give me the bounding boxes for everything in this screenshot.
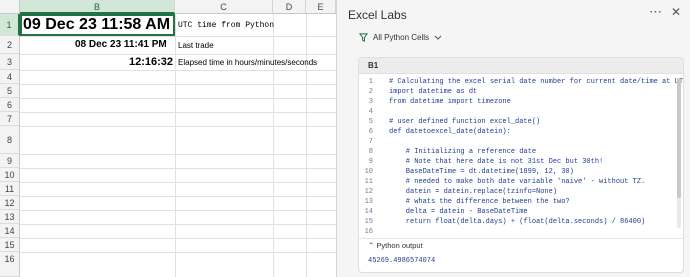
row-header-6[interactable]: 6 bbox=[0, 98, 20, 112]
python-output-toggle[interactable]: ⌃ Python output bbox=[359, 238, 683, 252]
code-text: datein = datein.replace(tzinfo=None) bbox=[389, 188, 558, 196]
line-number: 9 bbox=[368, 158, 373, 166]
cell-reference-label: B1 bbox=[359, 58, 683, 74]
pane-title: Excel Labs bbox=[348, 8, 407, 22]
row-header-15[interactable]: 15 bbox=[0, 238, 20, 252]
line-number: 5 bbox=[368, 118, 373, 126]
row-header-11[interactable]: 11 bbox=[0, 182, 20, 196]
excel-labs-pane: Excel Labs ⋯ ✕ All Python Cells B1 1 # Ca… bbox=[336, 0, 690, 277]
row-header-2[interactable]: 2 bbox=[0, 36, 20, 54]
close-icon[interactable]: ✕ bbox=[671, 5, 681, 19]
row-header-4[interactable]: 4 bbox=[0, 70, 20, 84]
filter-label: All Python Cells bbox=[373, 33, 430, 42]
column-header-b[interactable]: B bbox=[20, 0, 175, 14]
spreadsheet[interactable]: B C D E 1 2 3 4 5 6 7 8 9 10 11 12 13 14… bbox=[0, 0, 336, 277]
line-number: 2 bbox=[368, 88, 373, 96]
code-text: # whats the difference between the two? bbox=[389, 198, 570, 206]
code-text: return float(delta.days) + (float(delta.… bbox=[389, 218, 646, 226]
row-header-5[interactable]: 5 bbox=[0, 84, 20, 98]
cell-c2[interactable]: Last trade bbox=[178, 41, 214, 50]
line-number: 7 bbox=[368, 138, 373, 146]
code-text: # Initializing a reference date bbox=[389, 148, 537, 156]
chevron-down-icon bbox=[434, 35, 442, 40]
cell-grid[interactable]: 09 Dec 23 11:58 AM UTC time from Python … bbox=[20, 14, 336, 277]
code-text: # Calculating the excel serial date numb… bbox=[389, 78, 684, 86]
line-number: 4 bbox=[368, 108, 373, 116]
line-number: 10 bbox=[364, 168, 373, 176]
python-cell-card[interactable]: B1 1 # Calculating the excel serial date … bbox=[358, 57, 684, 273]
filter-icon bbox=[359, 33, 368, 42]
cell-c1[interactable]: UTC time from Python bbox=[178, 21, 274, 30]
row-header-7[interactable]: 7 bbox=[0, 112, 20, 126]
row-header-10[interactable]: 10 bbox=[0, 168, 20, 182]
python-output-value: 45269.4986574074 bbox=[368, 257, 436, 265]
line-number: 11 bbox=[364, 178, 373, 186]
code-text: # Note that here date is not 31st Dec bu… bbox=[389, 158, 604, 166]
row-header-1[interactable]: 1 bbox=[0, 14, 20, 36]
scrollbar-thumb[interactable] bbox=[677, 78, 681, 198]
code-text: import datetime as dt bbox=[389, 88, 478, 96]
column-header-e[interactable]: E bbox=[306, 0, 336, 14]
cell-c3[interactable]: Elapsed time in hours/minutes/seconds bbox=[178, 58, 317, 67]
code-text: delta = datein - BaseDateTime bbox=[389, 208, 528, 216]
row-header-3[interactable]: 3 bbox=[0, 54, 20, 70]
ellipsis-icon[interactable]: ⋯ bbox=[649, 4, 662, 20]
line-number: 14 bbox=[364, 208, 373, 216]
line-number: 3 bbox=[368, 98, 373, 106]
code-text: from datetime import timezone bbox=[389, 98, 511, 106]
row-header-8[interactable]: 8 bbox=[0, 126, 20, 154]
code-text: # needed to make both date variable 'nai… bbox=[389, 178, 646, 186]
row-header-12[interactable]: 12 bbox=[0, 196, 20, 210]
row-header-16[interactable]: 16 bbox=[0, 252, 20, 277]
cell-b2[interactable]: 08 Dec 23 11:41 PM bbox=[75, 39, 167, 50]
code-text: BaseDateTime = dt.datetime(1899, 12, 30) bbox=[389, 168, 574, 176]
line-number: 15 bbox=[364, 218, 373, 226]
column-header-c[interactable]: C bbox=[175, 0, 273, 14]
python-output-label: Python output bbox=[376, 241, 423, 250]
code-text: # user defined function excel_date() bbox=[389, 118, 541, 126]
chevron-up-icon: ⌃ bbox=[368, 241, 375, 250]
column-header-d[interactable]: D bbox=[273, 0, 306, 14]
cell-b1[interactable]: 09 Dec 23 11:58 AM bbox=[23, 15, 170, 35]
code-text: def datetoexcel_date(datein): bbox=[389, 128, 511, 136]
line-number: 12 bbox=[364, 188, 373, 196]
code-editor[interactable]: 1 # Calculating the excel serial date num… bbox=[359, 74, 684, 238]
row-header-9[interactable]: 9 bbox=[0, 154, 20, 168]
cell-b3[interactable]: 12:16:32 bbox=[129, 56, 173, 68]
code-scrollbar[interactable] bbox=[677, 78, 681, 228]
row-header-14[interactable]: 14 bbox=[0, 224, 20, 238]
line-number: 13 bbox=[364, 198, 373, 206]
line-number: 1 bbox=[368, 78, 373, 86]
line-number: 8 bbox=[368, 148, 373, 156]
python-cells-filter[interactable]: All Python Cells bbox=[359, 33, 442, 42]
row-header-13[interactable]: 13 bbox=[0, 210, 20, 224]
line-number: 6 bbox=[368, 128, 373, 136]
line-number: 16 bbox=[364, 228, 373, 236]
select-all-corner[interactable] bbox=[0, 0, 20, 14]
